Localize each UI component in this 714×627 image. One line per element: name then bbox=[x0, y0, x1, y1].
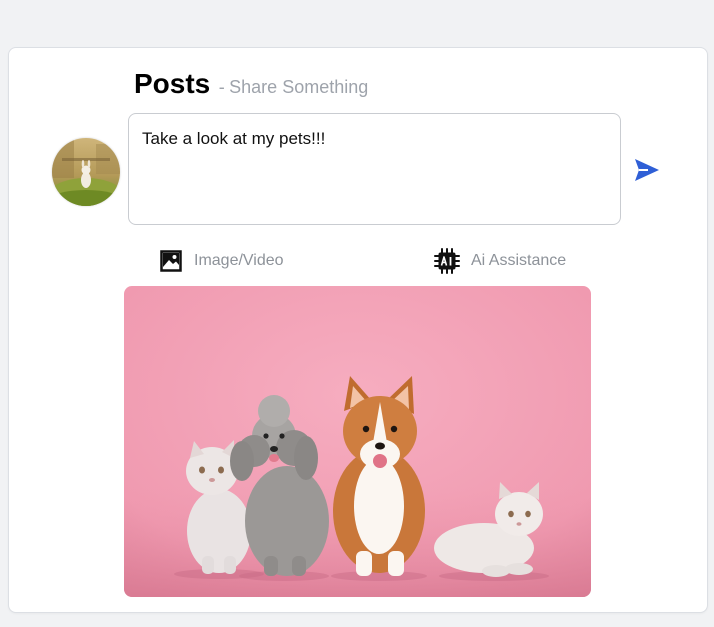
pets-photo bbox=[124, 286, 591, 597]
attached-photo[interactable] bbox=[124, 286, 591, 597]
page-title: Posts bbox=[134, 68, 211, 99]
page-subtitle: Share Something bbox=[229, 77, 369, 97]
image-video-button[interactable]: Image/Video bbox=[160, 248, 284, 274]
avatar-photo bbox=[52, 138, 120, 206]
post-text-input[interactable]: Take a look at my pets!!! bbox=[128, 113, 621, 225]
title-separator: - bbox=[218, 77, 225, 97]
send-button[interactable] bbox=[632, 156, 662, 184]
image-video-label: Image/Video bbox=[194, 252, 284, 269]
composer-heading: Posts - Share Something bbox=[134, 68, 368, 100]
ai-assistance-label: Ai Assistance bbox=[471, 252, 567, 269]
image-icon bbox=[160, 250, 182, 272]
ai-chip-icon bbox=[434, 248, 460, 274]
send-icon bbox=[635, 159, 659, 181]
ai-assistance-button[interactable]: Ai Assistance bbox=[434, 248, 566, 274]
avatar[interactable] bbox=[52, 138, 120, 206]
